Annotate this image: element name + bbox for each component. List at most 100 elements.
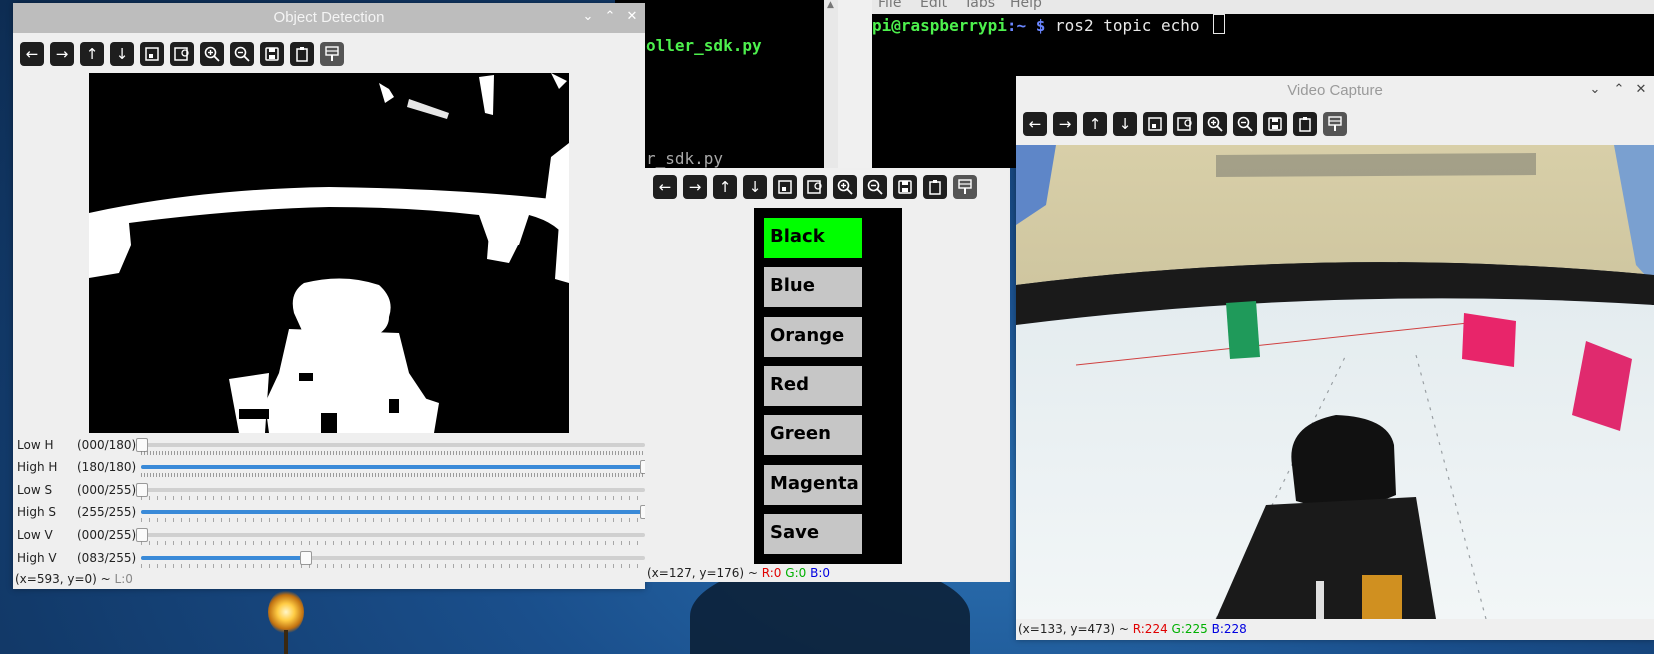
zoom-fit-icon[interactable]	[140, 42, 164, 66]
minimize-icon[interactable]: ⌄	[1588, 83, 1602, 97]
terminal-left-scrollbar[interactable]: ▲	[824, 0, 838, 168]
slider-thumb[interactable]	[300, 551, 313, 565]
window-title: Video Capture	[1287, 82, 1383, 99]
slider-high-v[interactable]: High V (083/255)	[17, 549, 645, 571]
arrow-right-icon[interactable]: →	[50, 42, 74, 66]
object-detection-titlebar[interactable]: Object Detection ⌄ ⌃ ✕	[13, 3, 645, 33]
color-button-black[interactable]: Black	[764, 218, 862, 258]
status-coords: (x=593, y=0) ~	[15, 572, 115, 586]
menu-help[interactable]: Help	[1010, 0, 1042, 11]
copy-clipboard-icon[interactable]	[290, 42, 314, 66]
color-selector-window[interactable]: ← → ↑ ↓ Black Blue Orange Red Green Mage…	[645, 168, 1010, 582]
terminal-line-2: r_sdk.py	[646, 149, 724, 168]
status-coords: (x=127, y=176) ~	[647, 566, 762, 580]
terminal-left[interactable]: oller_sdk.py r_sdk.py	[615, 0, 825, 168]
menu-edit[interactable]: Edit	[920, 0, 947, 11]
slider-high-h[interactable]: High H (180/180)	[17, 458, 645, 480]
slider-ticks	[141, 564, 645, 568]
slider-ticks	[141, 541, 645, 545]
video-capture-titlebar[interactable]: Video Capture ⌄ ⌃ ✕	[1016, 76, 1654, 106]
color-button-green[interactable]: Green	[764, 415, 862, 455]
slider-ticks	[141, 473, 645, 477]
zoom-out-icon[interactable]	[863, 175, 887, 199]
slider-track[interactable]	[136, 528, 645, 542]
slider-fill	[141, 465, 645, 469]
properties-icon[interactable]	[320, 42, 344, 66]
save-icon[interactable]	[1263, 112, 1287, 136]
close-icon[interactable]: ✕	[625, 10, 639, 24]
slider-track[interactable]	[141, 505, 645, 519]
arrow-left-icon[interactable]: ←	[20, 42, 44, 66]
slider-ticks	[141, 496, 645, 500]
save-icon[interactable]	[893, 175, 917, 199]
arrow-right-icon[interactable]: →	[683, 175, 707, 199]
maximize-icon[interactable]: ⌃	[603, 10, 617, 24]
arrow-down-icon[interactable]: ↓	[743, 175, 767, 199]
save-button[interactable]: Save	[764, 514, 862, 554]
camera-frame[interactable]	[1016, 145, 1654, 619]
status-g: G:0	[785, 566, 807, 580]
slider-value: (000/255)	[77, 483, 137, 497]
zoom-out-icon[interactable]	[1233, 112, 1257, 136]
zoom-out-icon[interactable]	[230, 42, 254, 66]
color-palette[interactable]: Black Blue Orange Red Green Magenta Save	[754, 208, 902, 564]
color-button-orange[interactable]: Orange	[764, 317, 862, 357]
slider-value: (180/180)	[77, 460, 137, 474]
arrow-left-icon[interactable]: ←	[1023, 112, 1047, 136]
status-b: B:228	[1211, 622, 1247, 636]
slider-low-v[interactable]: Low V (000/255)	[17, 526, 645, 548]
arrow-up-icon[interactable]: ↑	[1083, 112, 1107, 136]
color-button-magenta[interactable]: Magenta	[764, 465, 862, 505]
copy-clipboard-icon[interactable]	[1293, 112, 1317, 136]
zoom-fit-icon[interactable]	[773, 175, 797, 199]
arrow-up-icon[interactable]: ↑	[80, 42, 104, 66]
properties-icon[interactable]	[953, 175, 977, 199]
zoom-fit-icon[interactable]	[1143, 112, 1167, 136]
zoom-rect-icon[interactable]	[170, 42, 194, 66]
status-r: R:224	[1132, 622, 1168, 636]
object-detection-window[interactable]: Object Detection ⌄ ⌃ ✕ ← → ↑ ↓ Low H (00…	[13, 3, 645, 589]
zoom-rect-icon[interactable]	[803, 175, 827, 199]
slider-track[interactable]	[136, 483, 645, 497]
zoom-rect-icon[interactable]	[1173, 112, 1197, 136]
copy-clipboard-icon[interactable]	[923, 175, 947, 199]
slider-low-h[interactable]: Low H (000/180)	[17, 436, 645, 458]
save-icon[interactable]	[260, 42, 284, 66]
arrow-up-icon[interactable]: ↑	[713, 175, 737, 199]
slider-high-s[interactable]: High S (255/255)	[17, 503, 645, 525]
slider-value: (000/180)	[77, 438, 137, 452]
slider-ticks	[141, 518, 645, 522]
slider-thumb[interactable]	[136, 528, 148, 542]
slider-track[interactable]	[141, 551, 645, 565]
zoom-in-icon[interactable]	[1203, 112, 1227, 136]
arrow-left-icon[interactable]: ←	[653, 175, 677, 199]
color-button-blue[interactable]: Blue	[764, 267, 862, 307]
close-icon[interactable]: ✕	[1634, 83, 1648, 97]
color-button-red[interactable]: Red	[764, 366, 862, 406]
menu-file[interactable]: File	[878, 0, 901, 11]
arrow-right-icon[interactable]: →	[1053, 112, 1077, 136]
terminal-left-gap	[838, 0, 872, 168]
slider-fill	[141, 510, 645, 514]
video-capture-window[interactable]: Video Capture ⌄ ⌃ ✕ ← → ↑ ↓ (x=133, y=47…	[1016, 76, 1654, 640]
slider-label: High S	[17, 505, 57, 519]
prompt-symbol: $	[1035, 16, 1046, 35]
scroll-up-icon[interactable]: ▲	[827, 0, 834, 10]
slider-low-s[interactable]: Low S (000/255)	[17, 481, 645, 503]
slider-track[interactable]	[136, 438, 645, 452]
terminal-cursor	[1213, 14, 1226, 34]
status-bar: (x=127, y=176) ~ R:0 G:0 B:0	[647, 566, 830, 580]
zoom-in-icon[interactable]	[200, 42, 224, 66]
maximize-icon[interactable]: ⌃	[1612, 83, 1626, 97]
slider-thumb[interactable]	[136, 438, 148, 452]
zoom-in-icon[interactable]	[833, 175, 857, 199]
slider-thumb[interactable]	[136, 483, 148, 497]
menu-tabs[interactable]: Tabs	[964, 0, 995, 11]
arrow-down-icon[interactable]: ↓	[1113, 112, 1137, 136]
slider-label: High V	[17, 551, 57, 565]
arrow-down-icon[interactable]: ↓	[110, 42, 134, 66]
minimize-icon[interactable]: ⌄	[581, 10, 595, 24]
properties-icon[interactable]	[1323, 112, 1347, 136]
slider-track[interactable]	[141, 460, 645, 474]
mask-image[interactable]	[89, 73, 569, 433]
